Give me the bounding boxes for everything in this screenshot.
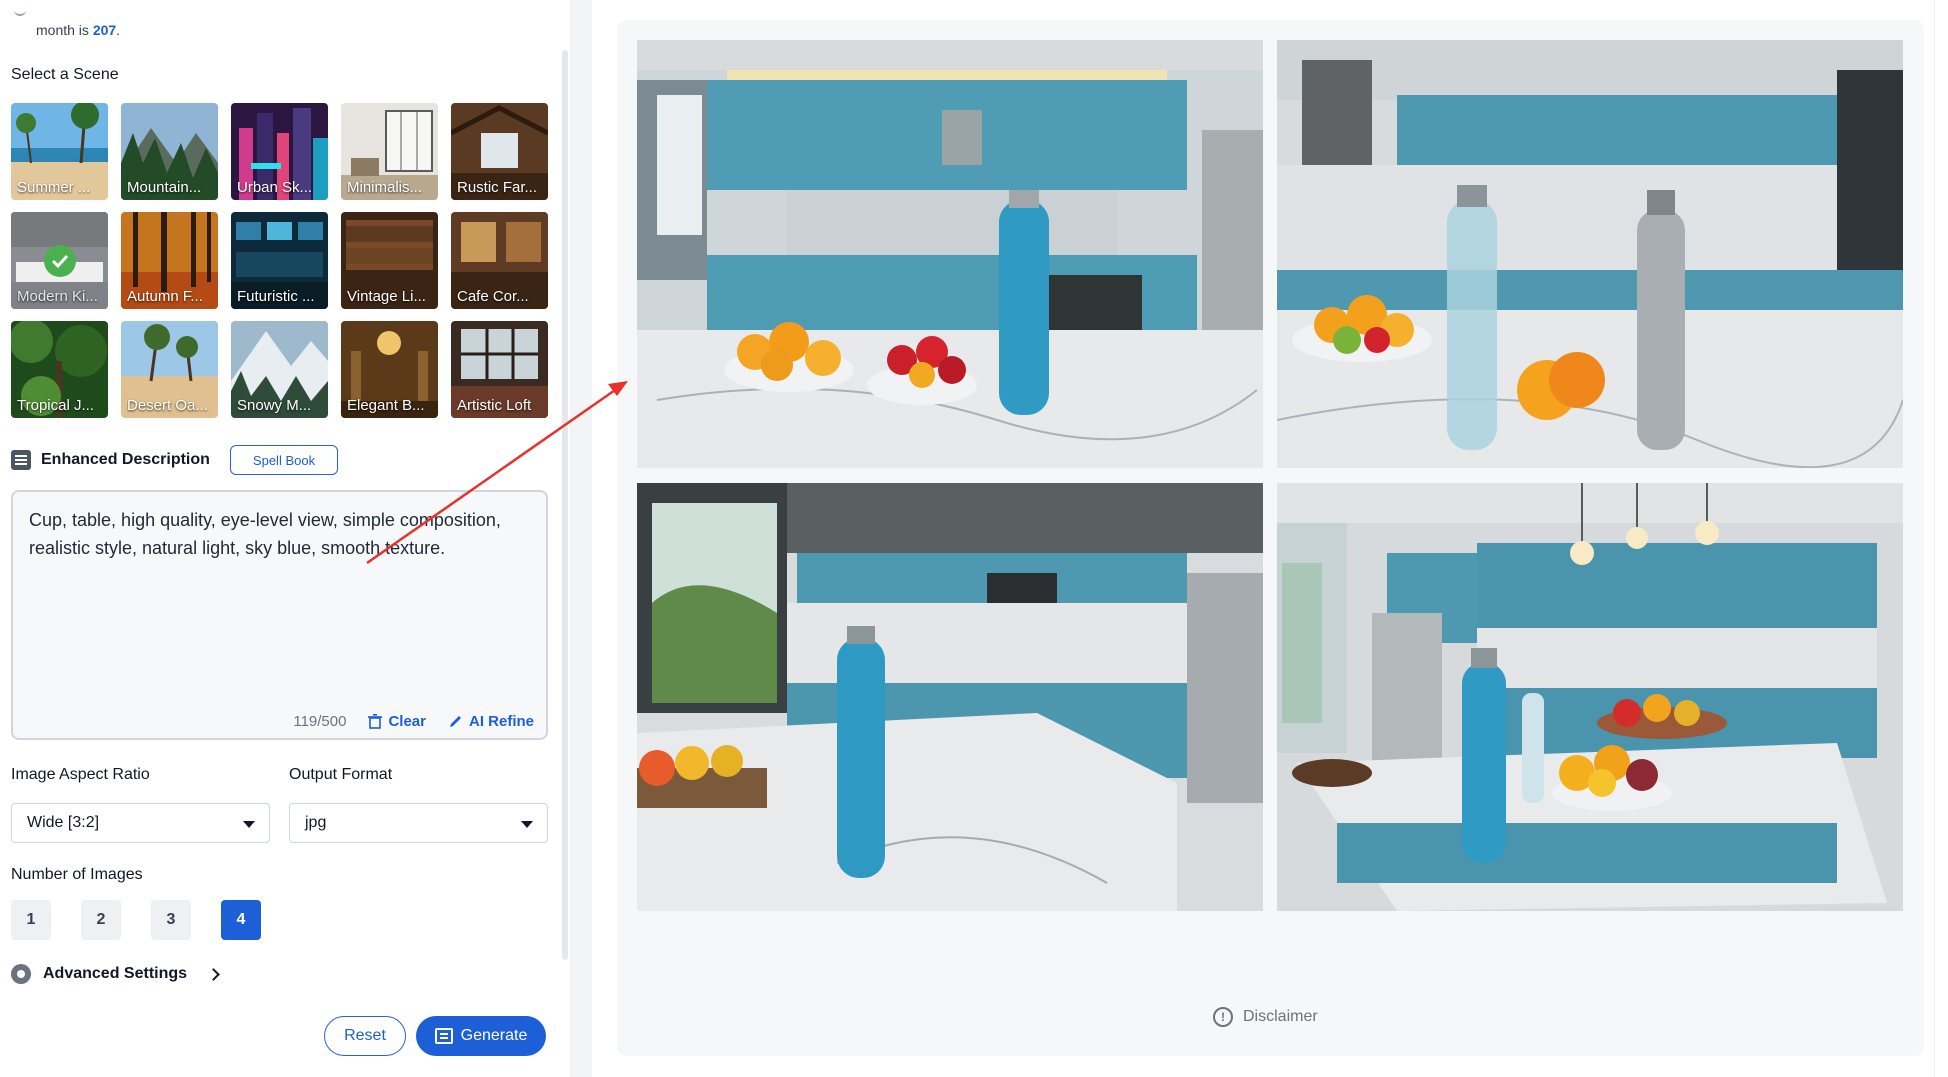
scene-futuristic[interactable]: Futuristic ... [231, 212, 328, 309]
scene-label: Autumn F... [127, 288, 203, 305]
ai-refine-label: AI Refine [468, 713, 534, 730]
output-format-select[interactable]: jpg [289, 803, 548, 843]
scene-label: Tropical J... [17, 397, 94, 414]
generate-icon [434, 1028, 453, 1044]
output-format-label: Output Format [289, 766, 393, 783]
scene-urban[interactable]: Urban Sk... [231, 103, 328, 200]
scene-label: Modern Ki... [17, 288, 98, 305]
scene-grid: Summer ... Mountain... Urban Sk... Minim… [11, 103, 548, 418]
scene-minimalist[interactable]: Minimalis... [341, 103, 438, 200]
scene-label: Summer ... [17, 179, 91, 196]
app-page: month is 207. Select a Scene Summer ... … [0, 0, 1948, 1077]
document-icon [11, 450, 31, 470]
num-images-options: 1 2 3 4 [11, 900, 261, 940]
scene-mountain[interactable]: Mountain... [121, 103, 218, 200]
scene-artistic-loft[interactable]: Artistic Loft [451, 321, 548, 418]
enhanced-description-title: Enhanced Description [41, 451, 210, 468]
scene-summer[interactable]: Summer ... [11, 103, 108, 200]
panel-scrollbar[interactable] [562, 50, 568, 960]
num-images-option-4[interactable]: 4 [221, 900, 261, 940]
panel-divider [570, 0, 592, 1077]
num-images-option-1[interactable]: 1 [11, 900, 51, 940]
spell-book-button[interactable]: Spell Book [229, 445, 339, 475]
scene-label: Futuristic ... [237, 288, 315, 305]
scene-cafe-corner[interactable]: Cafe Cor... [451, 212, 548, 309]
ai-refine-button[interactable]: AI Refine [448, 713, 534, 730]
advanced-settings-toggle[interactable]: Advanced Settings [11, 964, 220, 984]
pencil-icon [449, 716, 461, 727]
credit-icon [14, 10, 26, 16]
description-text[interactable]: Cup, table, high quality, eye-level view… [29, 506, 539, 562]
result-image-4[interactable] [1277, 483, 1903, 911]
generate-label: Generate [460, 1027, 528, 1044]
gear-icon [11, 964, 31, 984]
scene-elegant-ballroom[interactable]: Elegant B... [341, 321, 438, 418]
advanced-settings-label: Advanced Settings [43, 965, 188, 982]
num-images-option-2[interactable]: 2 [81, 900, 121, 940]
scene-vintage-library[interactable]: Vintage Li... [341, 212, 438, 309]
scene-label: Vintage Li... [347, 288, 426, 305]
scene-snowy-mountain[interactable]: Snowy M... [231, 321, 328, 418]
enhanced-description-header: Enhanced Description Spell Book [11, 443, 339, 477]
credit-text: month is 207. [36, 22, 121, 38]
output-format-value: jpg [305, 814, 327, 831]
description-footer: 119/500 Clear AI Refine [293, 713, 534, 730]
result-image-3[interactable] [637, 483, 1263, 911]
scene-section-title: Select a Scene [11, 66, 119, 83]
scene-label: Rustic Far... [457, 179, 538, 196]
selected-check-icon [44, 245, 76, 277]
clear-button[interactable]: Clear [368, 713, 426, 730]
scene-tropical[interactable]: Tropical J... [11, 321, 108, 418]
num-images-option-3[interactable]: 3 [151, 900, 191, 940]
scene-rustic[interactable]: Rustic Far... [451, 103, 548, 200]
page-scrollbar[interactable] [1934, 0, 1948, 1077]
settings-panel: month is 207. Select a Scene Summer ... … [0, 0, 570, 1077]
scene-label: Urban Sk... [237, 179, 313, 196]
caret-down-icon [521, 821, 533, 828]
scene-autumn[interactable]: Autumn F... [121, 212, 218, 309]
char-counter: 119/500 [293, 713, 347, 730]
scene-label: Artistic Loft [457, 397, 532, 414]
chevron-right-icon [207, 967, 220, 981]
trash-icon [368, 714, 383, 729]
generate-button[interactable]: Generate [416, 1016, 546, 1056]
result-image-2[interactable] [1277, 40, 1903, 468]
scene-label: Cafe Cor... [457, 288, 529, 305]
reset-button[interactable]: Reset [324, 1016, 406, 1056]
scene-label: Snowy M... [237, 397, 312, 414]
num-images-label: Number of Images [11, 866, 143, 883]
scene-label: Minimalis... [347, 179, 423, 196]
clear-label: Clear [388, 713, 426, 730]
result-image-1[interactable] [637, 40, 1263, 468]
scene-desert[interactable]: Desert Oa... [121, 321, 218, 418]
scene-label: Desert Oa... [127, 397, 208, 414]
disclaimer-link[interactable]: ! Disclaimer [1213, 1007, 1318, 1027]
aspect-ratio-select[interactable]: Wide [3:2] [11, 803, 270, 843]
caret-down-icon [243, 821, 255, 828]
scene-modern-kitchen[interactable]: Modern Ki... [11, 212, 108, 309]
scene-label: Mountain... [127, 179, 202, 196]
aspect-ratio-label: Image Aspect Ratio [11, 766, 150, 783]
scene-label: Elegant B... [347, 397, 425, 414]
credit-count: 207 [92, 22, 117, 38]
description-textarea[interactable]: Cup, table, high quality, eye-level view… [11, 490, 548, 740]
disclaimer-label: Disclaimer [1243, 1008, 1318, 1025]
aspect-ratio-value: Wide [3:2] [27, 814, 100, 831]
info-icon: ! [1213, 1007, 1233, 1027]
